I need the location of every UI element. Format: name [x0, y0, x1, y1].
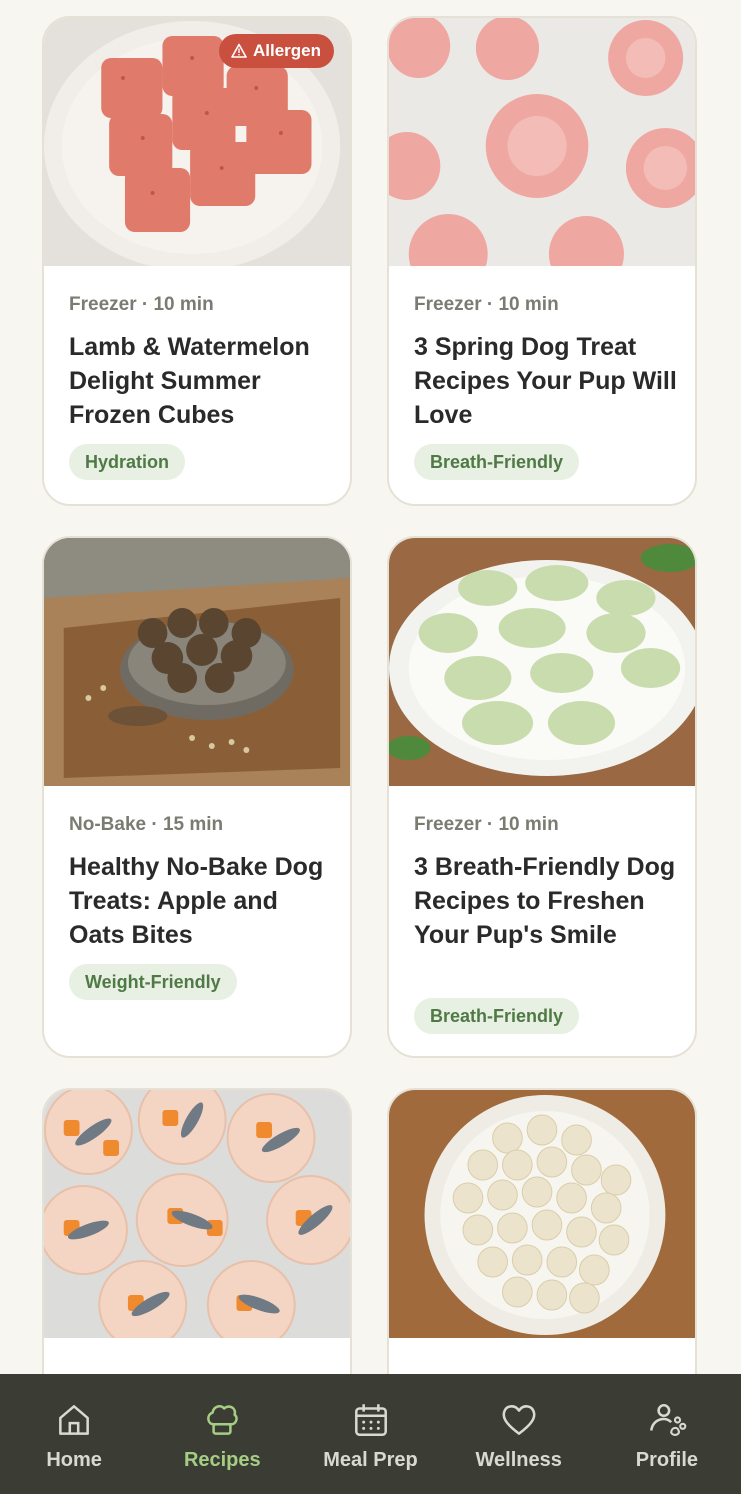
- recipe-meta: No-Bake · 15 min: [69, 814, 224, 835]
- recipe-tag[interactable]: Breath-Friendly: [414, 444, 580, 480]
- nav-label: Home: [46, 1449, 102, 1471]
- recipe-tag[interactable]: Hydration: [69, 444, 186, 480]
- recipe-card[interactable]: Freezer · 10 min 3 Spring Dog Treat Reci…: [387, 16, 697, 506]
- nav-profile[interactable]: Profile: [593, 1374, 741, 1494]
- recipe-image: [44, 538, 350, 786]
- recipe-image: [389, 538, 695, 786]
- recipe-title[interactable]: Healthy No-Bake Dog Treats: Apple and Oa…: [69, 850, 339, 952]
- recipe-title[interactable]: Lamb & Watermelon Delight Summer Frozen …: [69, 330, 339, 432]
- recipe-tag[interactable]: Breath-Friendly: [414, 998, 580, 1034]
- recipe-title[interactable]: 3 Breath-Friendly Dog Recipes to Freshen…: [414, 850, 684, 952]
- recipe-meta: Freezer · 10 min: [414, 814, 559, 835]
- recipe-title[interactable]: 3 Spring Dog Treat Recipes Your Pup Will…: [414, 330, 684, 432]
- calendar-icon: [354, 1404, 387, 1436]
- recipe-image: [389, 1090, 695, 1338]
- recipe-card[interactable]: [387, 1088, 697, 1374]
- nav-wellness[interactable]: Wellness: [445, 1374, 593, 1494]
- warning-icon: [231, 43, 247, 58]
- nav-home[interactable]: Home: [0, 1374, 148, 1494]
- recipe-image: [389, 18, 695, 266]
- nav-label: Wellness: [475, 1449, 562, 1471]
- home-icon: [59, 1405, 90, 1435]
- recipe-meta: Freezer · 10 min: [414, 294, 559, 315]
- heart-icon: [502, 1405, 536, 1435]
- bottom-nav: Home Recipes Meal Prep Wellness Profile: [0, 1374, 741, 1494]
- recipe-card[interactable]: Allergen Freezer · 10 min Lamb & Waterme…: [42, 16, 352, 506]
- nav-meal-prep[interactable]: Meal Prep: [296, 1374, 444, 1494]
- recipe-image: [44, 1090, 350, 1338]
- paw-person-icon: [649, 1404, 687, 1436]
- recipe-feed[interactable]: Allergen Freezer · 10 min Lamb & Waterme…: [0, 0, 741, 1374]
- nav-recipes[interactable]: Recipes: [148, 1374, 296, 1494]
- chef-hat-icon: [207, 1405, 239, 1435]
- nav-label: Recipes: [183, 1449, 261, 1471]
- nav-label: Meal Prep: [323, 1449, 418, 1471]
- nav-label: Profile: [635, 1449, 699, 1471]
- recipe-card[interactable]: No-Bake · 15 min Healthy No-Bake Dog Tre…: [42, 536, 352, 1058]
- allergen-label: Allergen: [252, 41, 321, 60]
- recipe-meta: Freezer · 10 min: [69, 294, 214, 315]
- recipe-card[interactable]: Freezer · 10 min 3 Breath-Friendly Dog R…: [387, 536, 697, 1058]
- allergen-badge: Allergen: [218, 34, 334, 68]
- recipe-tag[interactable]: Weight-Friendly: [69, 964, 237, 1000]
- recipe-card[interactable]: [42, 1088, 352, 1374]
